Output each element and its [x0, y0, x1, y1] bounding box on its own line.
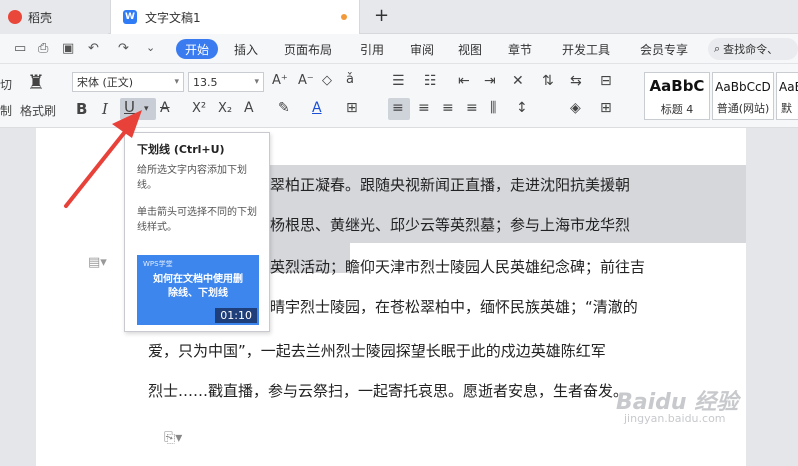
watermark-url: jingyan.baidu.com [624, 412, 726, 425]
